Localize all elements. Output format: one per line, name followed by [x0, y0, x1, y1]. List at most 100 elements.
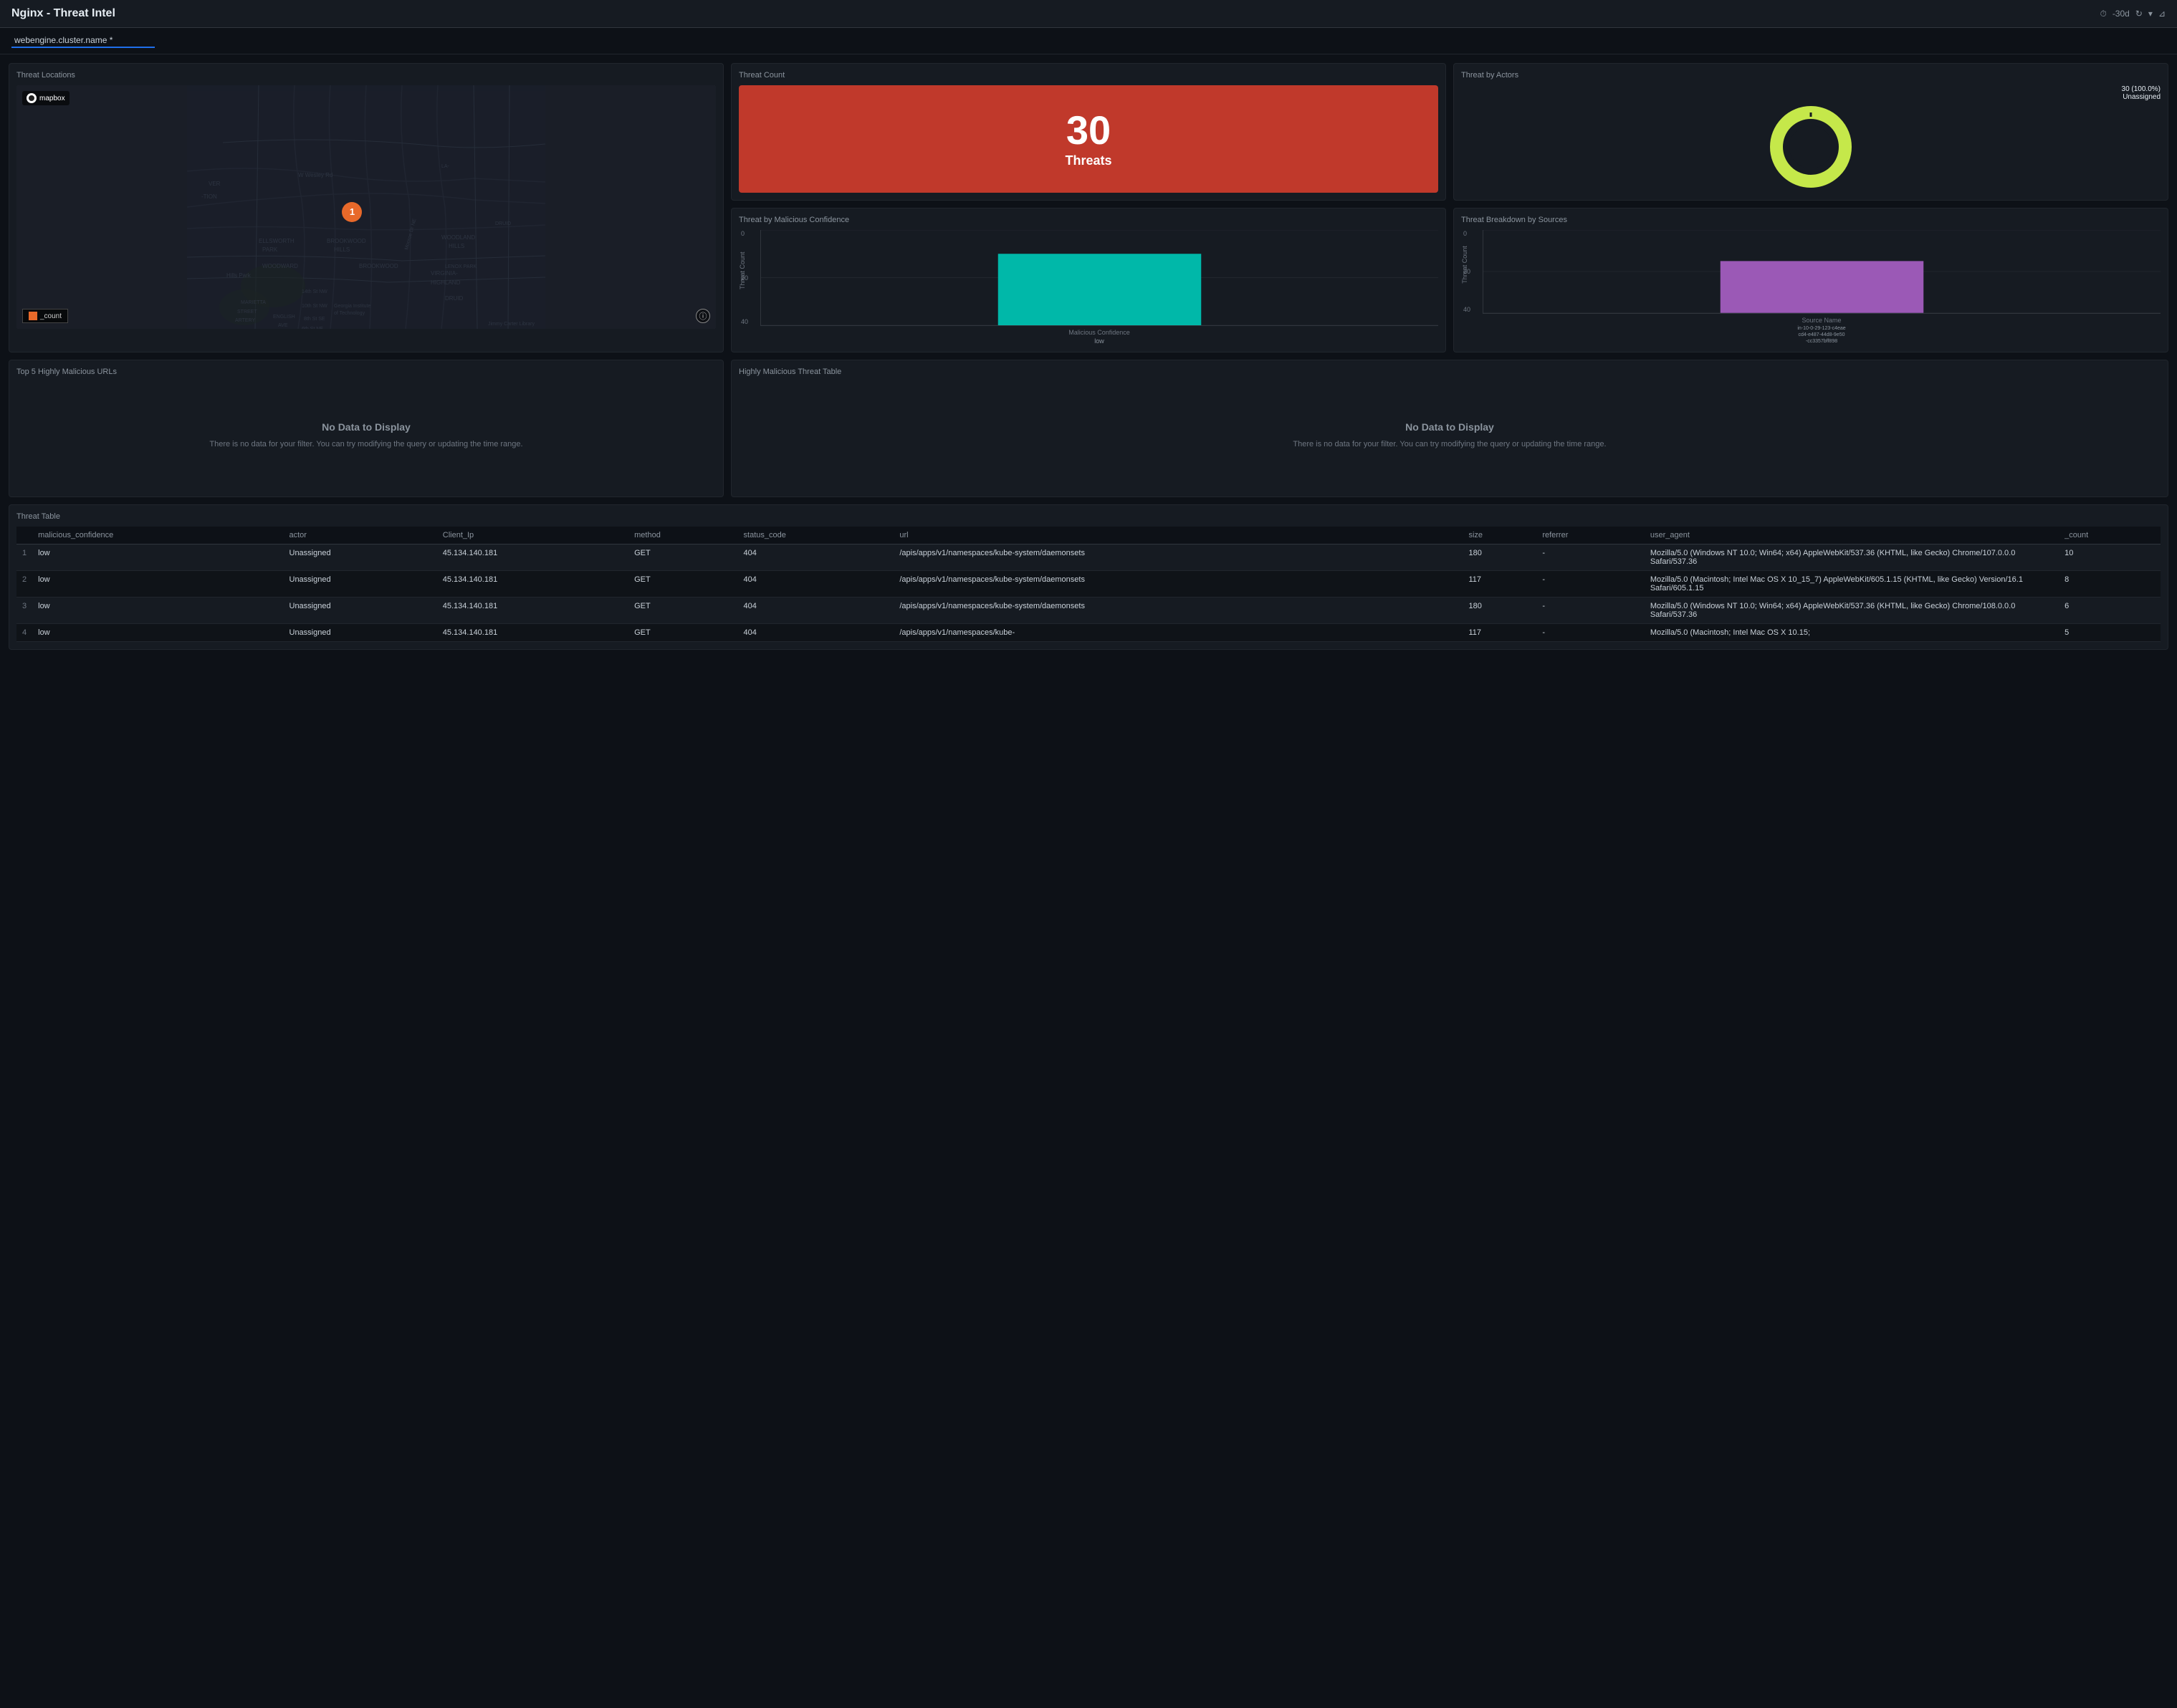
svg-text:HILLS: HILLS	[334, 246, 350, 253]
cell-num: 2	[16, 571, 32, 598]
svg-text:Georgia Institute: Georgia Institute	[334, 304, 370, 309]
table-row: 2 low Unassigned 45.134.140.181 GET 404 …	[16, 571, 2161, 598]
svg-text:ELLSWORTH: ELLSWORTH	[259, 238, 295, 244]
donut-legend-label: Unassigned	[2123, 93, 2161, 101]
panel-top5-urls: Top 5 Highly Malicious URLs No Data to D…	[9, 360, 724, 497]
y-label-mid: 20	[741, 274, 748, 282]
sources-y-max: 40	[1463, 306, 1470, 313]
top5-urls-title: Top 5 Highly Malicious URLs	[16, 368, 716, 376]
cell-actor: Unassigned	[284, 598, 437, 624]
threat-sources-title: Threat Breakdown by Sources	[1461, 216, 2161, 224]
cell-confidence: low	[32, 598, 283, 624]
confidence-bar-label: low	[760, 337, 1438, 345]
donut-svg	[1768, 104, 1854, 190]
threat-confidence-title: Threat by Malicious Confidence	[739, 216, 1438, 224]
filter-bar	[0, 28, 2177, 54]
time-range[interactable]: -30d	[2113, 9, 2130, 19]
threat-table-body: 1 low Unassigned 45.134.140.181 GET 404 …	[16, 544, 2161, 642]
col-actor[interactable]: actor	[284, 527, 437, 544]
col-size[interactable]: size	[1463, 527, 1536, 544]
panel-threat-locations: Threat Locations	[9, 63, 724, 352]
cell-client-ip: 45.134.140.181	[437, 598, 628, 624]
col-num	[16, 527, 32, 544]
col-referrer[interactable]: referrer	[1536, 527, 1645, 544]
sources-x-label: Source Name	[1483, 317, 2161, 324]
cell-num: 4	[16, 624, 32, 642]
cell-confidence: low	[32, 624, 283, 642]
svg-text:DRUID: DRUID	[445, 295, 464, 302]
svg-text:Hills Park: Hills Park	[226, 272, 252, 279]
panel-threat-sources: Threat Breakdown by Sources Threat Count…	[1453, 208, 2168, 352]
confidence-gridlines-svg	[761, 230, 1438, 325]
confidence-chart-inner: 40 20 0	[760, 230, 1438, 326]
page-header: Nginx - Threat Intel ⏱ -30d ↻ ▾ ⊿	[0, 0, 2177, 28]
chevron-down-icon[interactable]: ▾	[2148, 9, 2153, 19]
malicious-no-data-text: There is no data for your filter. You ca…	[1293, 438, 1606, 451]
svg-text:LENOX PARK: LENOX PARK	[445, 264, 477, 269]
table-row: 4 low Unassigned 45.134.140.181 GET 404 …	[16, 624, 2161, 642]
panel-threat-confidence: Threat by Malicious Confidence Threat Co…	[731, 208, 1446, 352]
cell-status-code: 404	[738, 544, 894, 571]
map-info-button[interactable]: ⓘ	[696, 309, 710, 323]
svg-text:of Technology: of Technology	[334, 311, 365, 316]
cell-url: /apis/apps/v1/namespaces/kube-system/dae…	[894, 571, 1463, 598]
svg-text:ARTERY: ARTERY	[235, 318, 255, 323]
sources-y-zero: 0	[1463, 230, 1470, 237]
svg-text:W Wesley Rd: W Wesley Rd	[298, 172, 332, 178]
svg-text:ENGLISH: ENGLISH	[273, 315, 295, 320]
map-marker[interactable]: 1	[342, 202, 362, 222]
svg-text:BROOKWOOD: BROOKWOOD	[359, 263, 398, 269]
confidence-chart-area: Threat Count 40 20 0	[739, 230, 1438, 345]
sources-chart-inner: 40 20 0	[1483, 230, 2161, 314]
threat-table: malicious_confidence actor Client_Ip met…	[16, 527, 2161, 642]
svg-text:VER: VER	[209, 181, 221, 187]
svg-text:PARK: PARK	[262, 246, 278, 253]
col-malicious-confidence[interactable]: malicious_confidence	[32, 527, 283, 544]
svg-text:HIGHLAND: HIGHLAND	[431, 279, 461, 286]
map-container[interactable]: VER -TION ELLSWORTH PARK BROOKWOOD HILLS…	[16, 85, 716, 329]
sources-chart-area: Threat Count 40 20 0 Sou	[1461, 230, 2161, 345]
refresh-icon[interactable]: ↻	[2135, 9, 2143, 19]
cell-count: 6	[2059, 598, 2161, 624]
cell-size: 117	[1463, 571, 1536, 598]
filter-input[interactable]	[11, 34, 155, 48]
donut-legend: 30 (100.0%) Unassigned	[2122, 85, 2161, 101]
svg-text:HILLS: HILLS	[449, 243, 464, 249]
col-count[interactable]: _count	[2059, 527, 2161, 544]
cell-count: 5	[2059, 624, 2161, 642]
panel-threat-table: Threat Table malicious_confidence actor …	[9, 504, 2168, 650]
cell-status-code: 404	[738, 598, 894, 624]
col-status-code[interactable]: status_code	[738, 527, 894, 544]
cell-num: 3	[16, 598, 32, 624]
cell-confidence: low	[32, 544, 283, 571]
cell-referrer: -	[1536, 624, 1645, 642]
threat-table-head: malicious_confidence actor Client_Ip met…	[16, 527, 2161, 544]
clock-icon: ⏱	[2100, 9, 2106, 19]
filter-icon[interactable]: ⊿	[2158, 9, 2166, 19]
col-user-agent[interactable]: user_agent	[1645, 527, 2059, 544]
sources-gridlines-svg	[1483, 230, 2161, 313]
cell-user-agent: Mozilla/5.0 (Macintosh; Intel Mac OS X 1…	[1645, 624, 2059, 642]
col-client-ip[interactable]: Client_Ip	[437, 527, 628, 544]
sources-y-axis: 40 20 0	[1463, 230, 1470, 313]
cell-url: /apis/apps/v1/namespaces/kube-system/dae…	[894, 544, 1463, 571]
dashboard-grid: Threat Locations	[0, 54, 2177, 658]
cell-count: 8	[2059, 571, 2161, 598]
confidence-x-label: Malicious Confidence	[760, 329, 1438, 336]
panel-threat-actors: Threat by Actors 30 (100.0%) Unassigned	[1453, 63, 2168, 201]
confidence-y-axis: 40 20 0	[741, 230, 748, 325]
col-url[interactable]: url	[894, 527, 1463, 544]
cell-actor: Unassigned	[284, 624, 437, 642]
col-method[interactable]: method	[628, 527, 737, 544]
map-marker-count: 1	[350, 206, 355, 217]
threat-table-wrapper[interactable]: malicious_confidence actor Client_Ip met…	[16, 527, 2161, 642]
table-row: 3 low Unassigned 45.134.140.181 GET 404 …	[16, 598, 2161, 624]
threat-count-label: Threats	[1065, 153, 1111, 168]
panel-malicious-table: Highly Malicious Threat Table No Data to…	[731, 360, 2168, 497]
mapbox-logo: mapbox	[22, 91, 70, 105]
svg-text:DRUID: DRUID	[495, 221, 511, 226]
threat-actors-title: Threat by Actors	[1461, 71, 2161, 80]
cell-method: GET	[628, 598, 737, 624]
page-title: Nginx - Threat Intel	[11, 7, 115, 20]
malicious-no-data-title: No Data to Display	[1405, 421, 1494, 433]
